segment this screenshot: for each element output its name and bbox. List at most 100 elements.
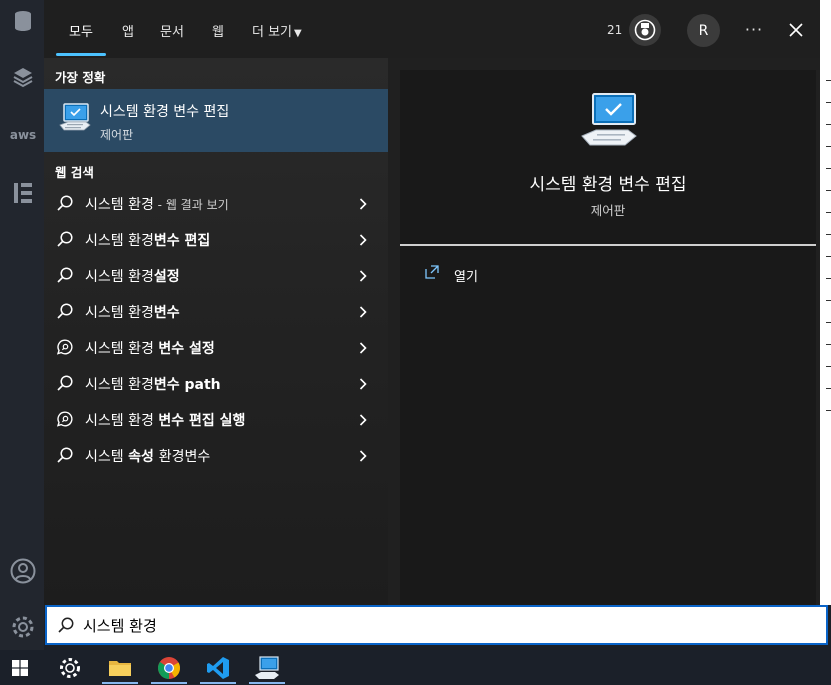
open-label: 열기 [454, 270, 478, 285]
row-suggestion-text: 변수 편집 실행 [158, 413, 246, 429]
results-list: 가장 정확 시스템 환경 변수 편집 제어판 웹 검색 시스템 환경 - 웹 결… [44, 58, 388, 605]
search-icon [58, 617, 74, 633]
row-web-results-hint: - 웹 결과 보기 [153, 198, 229, 212]
best-match-subtitle: 제어판 [100, 128, 134, 142]
rewards-points: 21 [607, 23, 623, 37]
row-query-text: 시스템 환경 [85, 233, 154, 249]
background-app-sidebar: aws [0, 0, 44, 650]
best-match-item[interactable]: 시스템 환경 변수 편집 제어판 [44, 89, 388, 152]
best-match-heading: 가장 정확 [55, 70, 106, 85]
search-filter-bar: 모두 앱 문서 웹 더 보기 ▼ 21 R ··· [44, 0, 820, 58]
taskbar-settings[interactable] [46, 650, 94, 685]
chevron-right-icon [356, 232, 370, 246]
chat-search-icon [56, 410, 74, 428]
account-icon [10, 558, 36, 584]
tab-web[interactable]: 웹 [212, 21, 224, 40]
active-tab-indicator [56, 53, 106, 56]
web-search-row[interactable]: 시스템 환경 변수 편집 실행 [44, 401, 388, 437]
vscode-icon [207, 656, 229, 679]
web-search-row-label: 시스템 환경변수 path [85, 374, 221, 394]
windows-logo-icon [12, 659, 28, 676]
row-suggestion-text: 변수 path [153, 377, 221, 393]
chevron-right-icon [356, 376, 370, 390]
rewards-medal-icon[interactable] [629, 14, 661, 46]
start-search-panel: 모두 앱 문서 웹 더 보기 ▼ 21 R ··· 가장 정확 시스템 환경 변… [44, 0, 820, 605]
taskbar [0, 650, 831, 685]
web-search-row-label: 시스템 환경변수 [85, 302, 180, 322]
web-search-row-label: 시스템 속성 환경변수 [85, 446, 210, 466]
gear-icon [10, 614, 36, 640]
aws-icon: aws [9, 128, 37, 142]
row-query-text: 시스템 환경 [85, 197, 154, 213]
search-icon [56, 266, 74, 284]
web-search-row-label: 시스템 환경변수 편집 [85, 230, 210, 250]
row-suggestion-text: 변수 편집 [153, 233, 211, 249]
web-search-row[interactable]: 시스템 환경 - 웹 결과 보기 [44, 185, 388, 221]
result-preview-pane: 시스템 환경 변수 편집 제어판 열기 [400, 70, 816, 605]
search-input[interactable] [83, 613, 783, 637]
settings-gear-icon [60, 657, 80, 678]
open-action[interactable]: 열기 [422, 262, 622, 286]
tab-apps[interactable]: 앱 [122, 21, 134, 40]
database-icon [10, 8, 36, 34]
web-search-row[interactable]: 시스템 환경변수 [44, 293, 388, 329]
layers-icon [10, 64, 36, 90]
chrome-icon [158, 656, 180, 679]
best-match-title: 시스템 환경 변수 편집 [100, 104, 230, 120]
elementor-icon [10, 180, 36, 206]
folder-icon [109, 660, 131, 676]
active-app-indicator [200, 682, 236, 684]
web-search-row-label: 시스템 환경 변수 편집 실행 [85, 410, 245, 430]
tab-documents[interactable]: 문서 [160, 21, 184, 40]
system-properties-large-icon [581, 93, 637, 146]
tab-all[interactable]: 모두 [69, 21, 93, 40]
tab-more-label: 더 보기 [252, 25, 293, 40]
account-avatar[interactable]: R [687, 14, 720, 47]
system-properties-icon [255, 655, 279, 679]
background-document-edge [820, 0, 831, 605]
start-button[interactable] [0, 650, 44, 685]
taskbar-system-properties[interactable] [243, 650, 291, 685]
web-search-row[interactable]: 시스템 환경설정 [44, 257, 388, 293]
chevron-right-icon [356, 340, 370, 354]
active-app-indicator [151, 682, 187, 684]
active-app-indicator [249, 682, 285, 684]
search-box[interactable] [45, 605, 828, 645]
close-button[interactable] [782, 16, 810, 44]
chevron-right-icon [356, 448, 370, 462]
chevron-right-icon [356, 268, 370, 282]
chevron-right-icon [356, 196, 370, 210]
web-search-row[interactable]: 시스템 환경변수 편집 [44, 221, 388, 257]
open-external-icon [425, 265, 439, 279]
preview-subtitle: 제어판 [590, 203, 626, 218]
search-icon [56, 230, 74, 248]
tab-more[interactable]: 더 보기 ▼ [252, 21, 302, 40]
web-search-row-label: 시스템 환경 - 웹 결과 보기 [85, 194, 229, 214]
row-query-text: 시스템 환경 [85, 305, 154, 321]
row-query-text: 시스템 환경 [85, 377, 154, 393]
taskbar-vscode[interactable] [194, 650, 242, 685]
row-suggestion-text: 설정 [153, 269, 180, 285]
row-suggestion-text: 변수 [153, 305, 180, 321]
close-icon [789, 23, 803, 37]
taskbar-file-explorer[interactable] [96, 650, 144, 685]
web-search-row[interactable]: 시스템 환경변수 path [44, 365, 388, 401]
chevron-right-icon [356, 304, 370, 318]
web-search-heading: 웹 검색 [55, 165, 94, 180]
search-icon [56, 194, 74, 212]
search-icon [56, 374, 74, 392]
active-app-indicator [102, 682, 138, 684]
taskbar-chrome[interactable] [145, 650, 193, 685]
row-suggestion-text: 변수 설정 [158, 341, 215, 357]
more-options-button[interactable]: ··· [741, 16, 767, 44]
preview-title: 시스템 환경 변수 편집 [529, 175, 687, 195]
row-query-text: 시스템 환경 [85, 269, 154, 285]
search-icon [56, 302, 74, 320]
web-search-row[interactable]: 시스템 속성 환경변수 [44, 437, 388, 473]
row-query-text: 시스템 환경 [85, 341, 159, 357]
row-suggestion-text: 속성 [128, 449, 159, 465]
system-properties-icon [59, 103, 91, 131]
web-search-row[interactable]: 시스템 환경 변수 설정 [44, 329, 388, 365]
chat-search-icon [56, 338, 74, 356]
row-query-text-tail: 환경변수 [158, 449, 211, 465]
